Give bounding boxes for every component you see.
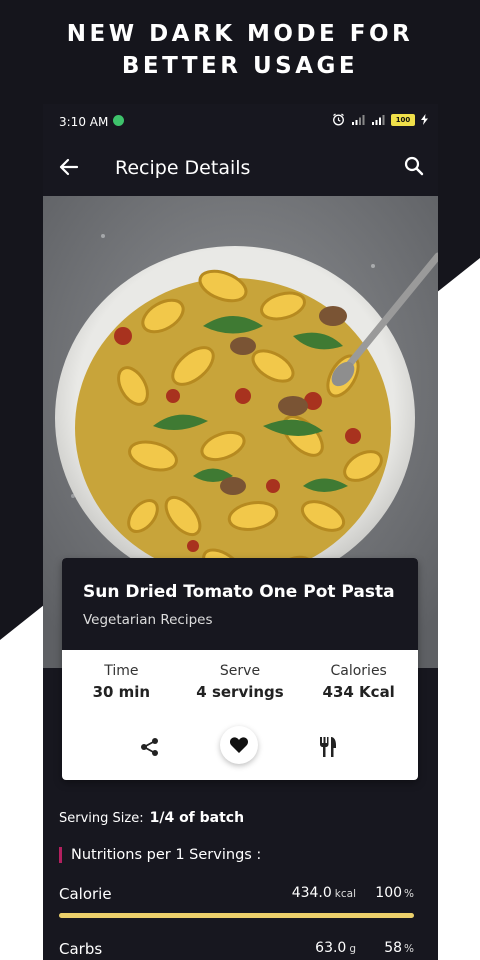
alarm-icon [333,113,344,126]
progress-fill [59,913,414,918]
stat-label: Calories [330,663,387,679]
amount-value: 63.0 [315,940,347,956]
percent-unit: % [404,943,414,955]
nutrient-name: Calorie [59,885,112,903]
charging-icon [421,114,428,125]
serving-value: 1/4 of batch [149,810,245,826]
stat-time: Time 30 min [62,663,181,701]
headline-line-2: BETTER USAGE [121,53,359,79]
recipe-info-card: Sun Dried Tomato One Pot Pasta Vegetaria… [62,558,418,780]
card-header: Sun Dried Tomato One Pot Pasta Vegetaria… [62,558,418,650]
stat-calories: Calories 434 Kcal [299,663,418,701]
headline-line-1: NEW DARK MODE FOR [66,21,414,47]
battery-icon: 100 [391,113,415,126]
stat-value: 4 servings [196,683,284,701]
nutrient-amount: 63.0 g [315,940,356,956]
nutrient-progress-bar [59,913,414,918]
back-arrow-icon[interactable] [59,158,79,176]
status-time: 3:10 AM [59,115,109,129]
stat-serve: Serve 4 servings [181,663,300,701]
amount-unit: g [349,943,356,955]
card-actions [62,726,418,766]
phone-screen: 3:10 AM 100 Recipe Details Sun Dried Tom… [43,104,438,960]
stat-value: 434 Kcal [322,683,395,701]
percent-value: 58 [384,940,403,956]
status-bar: 3:10 AM 100 [43,104,438,140]
serving-size: Serving Size: 1/4 of batch [59,810,244,826]
amount-unit: kcal [334,888,356,900]
nutrient-amount: 434.0 kcal [292,885,356,901]
notification-dot-icon [113,115,124,126]
search-icon[interactable] [404,156,424,176]
promo-headline: NEW DARK MODE FOR BETTER USAGE [0,18,480,82]
stat-value: 30 min [92,683,151,701]
status-icons: 100 [332,113,428,126]
stat-label: Time [104,663,139,679]
signal-icon [372,115,385,125]
recipe-category[interactable]: Vegetarian Recipes [83,612,213,628]
signal-icon [352,115,365,125]
heart-icon [229,737,249,753]
nutrient-name: Carbs [59,940,103,958]
percent-value: 100 [375,885,403,901]
nutrition-heading: Nutritions per 1 Servings : [59,847,261,863]
favorite-button[interactable] [220,726,258,764]
cutlery-icon[interactable] [318,736,338,758]
stat-label: Serve [219,663,261,679]
nutrient-percent: 100% [375,885,414,901]
nutrient-percent: 58% [384,940,414,956]
percent-unit: % [404,888,414,900]
recipe-title: Sun Dried Tomato One Pot Pasta [83,582,395,602]
page-title: Recipe Details [115,157,251,179]
serving-label: Serving Size: [59,811,144,826]
amount-value: 434.0 [291,885,332,901]
app-bar: Recipe Details [43,140,438,196]
share-icon[interactable] [140,737,160,757]
recipe-stats: Time 30 min Serve 4 servings Calories 43… [62,663,418,701]
